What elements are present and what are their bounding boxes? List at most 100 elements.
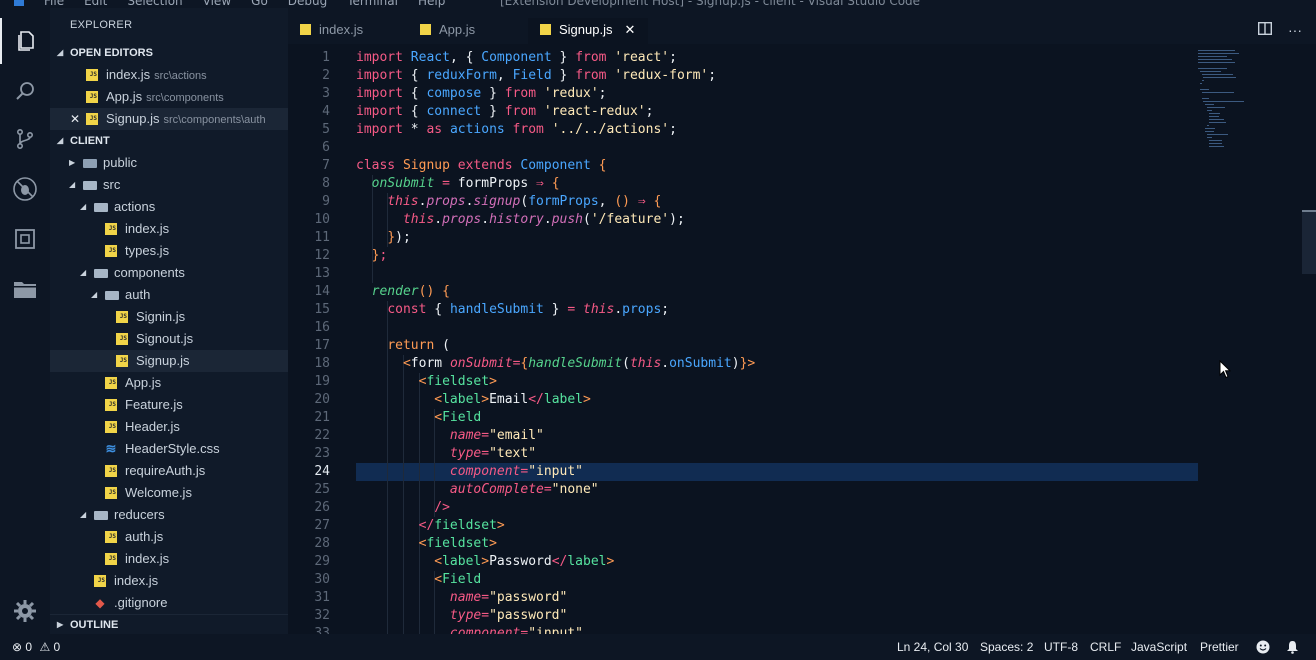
code-line[interactable]: this.props.signup(formProps, () ⇒ { [356, 193, 661, 211]
tree-folder[interactable]: ◢ components [50, 262, 288, 284]
tree-file[interactable]: JS Signup.js [50, 350, 288, 372]
tree-file[interactable]: JS Signin.js [50, 306, 288, 328]
code-lines[interactable]: import React, { Component } from 'react'… [356, 44, 1198, 634]
split-editor-icon[interactable] [1257, 21, 1273, 38]
tree-file[interactable]: JS types.js [50, 240, 288, 262]
indentation-setting[interactable]: Spaces: 2 [980, 634, 1033, 660]
tree-file[interactable]: ≋ HeaderStyle.css [50, 438, 288, 460]
vertical-scrollbar[interactable] [1302, 210, 1316, 274]
minimap-line [1198, 62, 1235, 63]
folder-icon[interactable] [0, 266, 50, 312]
menu-item-terminal[interactable]: Terminal [347, 0, 398, 8]
tree-file[interactable]: JS App.js [50, 372, 288, 394]
code-line[interactable]: <Field [356, 571, 481, 589]
tree-folder[interactable]: ◢ auth [50, 284, 288, 306]
code-line[interactable]: autoComplete="none" [356, 481, 599, 499]
tree-file[interactable]: JS Feature.js [50, 394, 288, 416]
menu-item-debug[interactable]: Debug [288, 0, 327, 8]
notifications-bell-icon[interactable] [1286, 634, 1299, 660]
code-line[interactable]: import React, { Component } from 'react'… [356, 49, 677, 67]
code-line[interactable]: import { connect } from 'react-redux'; [356, 103, 653, 121]
code-token: 'react' [614, 50, 670, 65]
language-mode[interactable]: JavaScript [1131, 634, 1187, 660]
tree-file[interactable]: JS index.js [50, 218, 288, 240]
code-line[interactable]: <form onSubmit={handleSubmit(this.onSubm… [356, 355, 755, 373]
code-line[interactable]: return ( [356, 337, 450, 355]
feedback-smiley-icon[interactable] [1256, 634, 1270, 660]
menu-bar[interactable]: File Edit Selection View Go Debug Terminal Help [44, 0, 465, 8]
code-line[interactable]: type="password" [356, 607, 567, 625]
extensions-icon[interactable] [0, 216, 50, 262]
tree-file[interactable]: JS index.js [50, 548, 288, 570]
tab-signup-js[interactable]: Signup.js ✕ [540, 22, 635, 44]
code-line[interactable]: import * as actions from '../../actions'… [356, 121, 677, 139]
open-editors-list: JS index.js src\actions JS App.js src\compone… [50, 64, 288, 130]
line-ending-setting[interactable]: CRLF [1090, 634, 1121, 660]
code-line[interactable]: const { handleSubmit } = this.props; [356, 301, 669, 319]
menu-item-help[interactable]: Help [418, 0, 445, 8]
open-editor-item[interactable]: JS index.js src\actions [50, 64, 288, 86]
code-line[interactable]: name="email" [356, 427, 544, 445]
workspace-section[interactable]: ◢ CLIENT [50, 130, 288, 152]
close-tab-icon[interactable]: ✕ [624, 22, 635, 37]
code-line[interactable]: type="text" [356, 445, 536, 463]
code-line[interactable]: name="password" [356, 589, 567, 607]
tab-index-js[interactable]: index.js [300, 22, 363, 44]
tree-folder[interactable]: ◢ src [50, 174, 288, 196]
code-line[interactable]: import { reduxForm, Field } from 'redux-… [356, 67, 716, 85]
code-token: '/feature' [590, 212, 670, 227]
search-icon[interactable] [0, 68, 50, 114]
settings-gear-icon[interactable] [0, 588, 50, 634]
files-icon[interactable] [0, 18, 50, 64]
menu-item-go[interactable]: Go [251, 0, 268, 8]
code-line[interactable]: <Field [356, 409, 481, 427]
tree-file[interactable]: JS Signout.js [50, 328, 288, 350]
line-number: 14 [314, 284, 330, 299]
menu-item-file[interactable]: File [44, 0, 64, 8]
code-line[interactable]: <fieldset> [356, 373, 497, 391]
cursor-position[interactable]: Ln 24, Col 30 [897, 634, 968, 660]
tree-file[interactable]: ◆ .gitignore [50, 592, 288, 614]
menu-item-edit[interactable]: Edit [84, 0, 107, 8]
code-line[interactable]: <label>Email</label> [356, 391, 591, 409]
open-editor-item[interactable]: ✕ JS Signup.js src\components\auth [50, 108, 288, 130]
open-editor-item[interactable]: JS App.js src\components [50, 86, 288, 108]
tree-folder[interactable]: ◢ actions [50, 196, 288, 218]
code-line[interactable]: /> [356, 499, 450, 517]
tree-folder[interactable]: ▶ public [50, 152, 288, 174]
encoding-setting[interactable]: UTF-8 [1044, 634, 1078, 660]
tree-folder[interactable]: ◢ reducers [50, 504, 288, 526]
code-editor[interactable]: 1 2 3 4 5 6 7 8 9 10 11 12 13 14 15 16 17 18 19 20 21 22 23 24 2… [288, 44, 1316, 634]
tab-app-js[interactable]: App.js [420, 22, 475, 44]
minimap[interactable] [1198, 50, 1258, 160]
problems-indicator[interactable]: ⊗ 0 ⚠ 0 [12, 634, 60, 660]
tree-file[interactable]: JS Welcome.js [50, 482, 288, 504]
more-actions-icon[interactable]: ··· [1288, 22, 1302, 38]
menu-item-selection[interactable]: Selection [127, 0, 182, 8]
menu-item-view[interactable]: View [203, 0, 231, 8]
code-line[interactable]: <label>Password</label> [356, 553, 614, 571]
tree-file[interactable]: JS Header.js [50, 416, 288, 438]
debug-icon[interactable] [0, 166, 50, 212]
code-line[interactable]: onSubmit = formProps ⇒ { [356, 175, 560, 193]
source-control-icon[interactable] [0, 116, 50, 162]
formatter-status[interactable]: Prettier [1200, 634, 1239, 660]
code-line[interactable]: }; [356, 247, 388, 265]
code-token: component [449, 464, 521, 479]
code-line[interactable]: this.props.history.push('/feature'); [356, 211, 685, 229]
code-line[interactable]: class Signup extends Component { [356, 157, 607, 175]
close-editor-icon[interactable]: ✕ [70, 108, 80, 130]
open-editors-section[interactable]: ◢ OPEN EDITORS [50, 42, 288, 64]
code-line[interactable]: }); [356, 229, 410, 247]
code-line[interactable]: </fieldset> [356, 517, 505, 535]
tree-file[interactable]: JS auth.js [50, 526, 288, 548]
code-line[interactable]: component="input" [356, 463, 583, 481]
outline-section[interactable]: ▶ OUTLINE [50, 614, 288, 634]
code-line[interactable]: <fieldset> [356, 535, 497, 553]
code-line[interactable]: component="input" [356, 625, 583, 634]
tree-file[interactable]: JS index.js [50, 570, 288, 592]
code-line[interactable]: render() { [356, 283, 450, 301]
code-line[interactable]: import { compose } from 'redux'; [356, 85, 607, 103]
tree-file[interactable]: JS requireAuth.js [50, 460, 288, 482]
